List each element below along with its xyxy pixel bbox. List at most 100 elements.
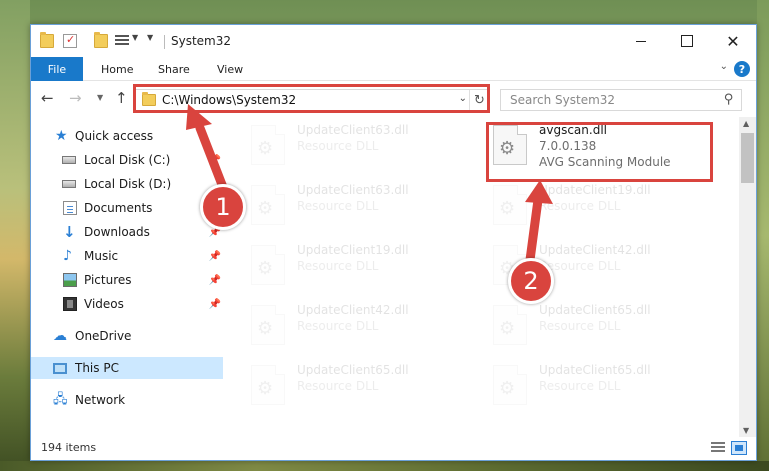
- vertical-scrollbar[interactable]: ▲ ▼: [739, 117, 756, 437]
- tab-share[interactable]: Share: [158, 63, 190, 76]
- chevron-down-icon[interactable]: ▼: [132, 33, 138, 42]
- callout-2: 2: [508, 258, 554, 304]
- file-tile[interactable]: ⚙ UpdateClient65.dll Resource DLL: [243, 359, 473, 415]
- up-arrow-icon[interactable]: ↑: [115, 89, 128, 107]
- file-description: Resource DLL: [297, 139, 379, 153]
- file-name: UpdateClient42.dll: [539, 243, 651, 257]
- large-icons-view-icon[interactable]: [731, 441, 747, 455]
- file-tile[interactable]: ⚙ UpdateClient65.dll Resource DLL: [485, 299, 715, 355]
- scrollbar-thumb[interactable]: [741, 133, 754, 183]
- gear-icon: ⚙: [499, 378, 516, 399]
- file-name: UpdateClient42.dll: [297, 303, 409, 317]
- desktop-background-right: [757, 0, 769, 471]
- tab-file[interactable]: File: [31, 57, 83, 81]
- gear-icon: ⚙: [257, 378, 274, 399]
- search-input[interactable]: Search System32 ⚲: [500, 89, 742, 111]
- new-folder-icon[interactable]: [94, 32, 108, 48]
- tab-view[interactable]: View: [217, 63, 243, 76]
- window-title: System32: [171, 34, 232, 48]
- folder-icon: [40, 32, 54, 48]
- dll-file-icon: ⚙: [251, 305, 285, 345]
- search-icon[interactable]: ⚲: [724, 92, 734, 107]
- dll-file-icon: ⚙: [251, 245, 285, 285]
- properties-icon[interactable]: [63, 33, 77, 48]
- pin-icon[interactable]: 📌: [209, 299, 221, 310]
- dll-file-icon: ⚙: [493, 305, 527, 345]
- file-tile[interactable]: ⚙ UpdateClient63.dll Resource DLL: [243, 119, 473, 175]
- nav-item-label: Local Disk (D:): [84, 177, 172, 191]
- nav-item-network[interactable]: 🖧 Network: [31, 389, 223, 411]
- nav-item-label: Documents: [84, 201, 153, 215]
- dll-file-icon: ⚙: [493, 365, 527, 405]
- file-tile[interactable]: ⚙ UpdateClient63.dll Resource DLL: [243, 179, 473, 235]
- file-description: Resource DLL: [539, 379, 621, 393]
- file-description: Resource DLL: [297, 379, 379, 393]
- nav-item-label: Music: [84, 249, 119, 263]
- desktop-background: [0, 0, 30, 471]
- file-tile[interactable]: ⚙ UpdateClient42.dll Resource DLL: [243, 299, 473, 355]
- gear-icon: ⚙: [257, 198, 274, 219]
- forward-arrow-icon[interactable]: →: [69, 89, 82, 107]
- back-arrow-icon[interactable]: ←: [41, 89, 54, 107]
- pictures-icon: [63, 273, 77, 287]
- file-name: UpdateClient65.dll: [297, 363, 409, 377]
- file-name: UpdateClient19.dll: [539, 183, 651, 197]
- nav-item-this-pc[interactable]: This PC: [31, 357, 223, 379]
- documents-icon: [63, 201, 77, 215]
- nav-item-music[interactable]: ♪ Music 📌: [31, 245, 223, 267]
- nav-item-local-disk-d[interactable]: Local Disk (D:): [31, 173, 223, 195]
- nav-item-pictures[interactable]: Pictures 📌: [31, 269, 223, 291]
- file-name: UpdateClient63.dll: [297, 183, 409, 197]
- file-description: Resource DLL: [539, 199, 621, 213]
- nav-item-label: Network: [75, 393, 126, 407]
- pin-icon[interactable]: 📌: [209, 251, 221, 262]
- details-view-icon[interactable]: [711, 442, 725, 454]
- videos-icon: [63, 297, 77, 311]
- expand-ribbon-icon[interactable]: ⌄: [720, 61, 728, 72]
- nav-item-local-disk-c[interactable]: Local Disk (C:) 📌: [31, 149, 223, 171]
- drive-icon: [62, 180, 76, 188]
- file-highlight: [486, 122, 713, 182]
- scroll-down-icon[interactable]: ▼: [743, 426, 749, 435]
- maximize-button[interactable]: [664, 25, 710, 57]
- item-count: 194 items: [41, 441, 97, 454]
- recent-locations-icon[interactable]: ▼: [97, 93, 103, 102]
- nav-item-documents[interactable]: Documents 📌: [31, 197, 223, 219]
- nav-item-quick-access[interactable]: ★ Quick access: [31, 125, 223, 147]
- pin-icon[interactable]: 📌: [209, 155, 221, 166]
- drive-icon: [62, 156, 76, 164]
- minimize-button[interactable]: [618, 25, 664, 57]
- cloud-icon: ☁: [53, 328, 67, 344]
- file-description: Resource DLL: [297, 319, 379, 333]
- nav-item-videos[interactable]: Videos 📌: [31, 293, 223, 315]
- gear-icon: ⚙: [257, 318, 274, 339]
- file-name: UpdateClient65.dll: [539, 303, 651, 317]
- file-name: UpdateClient63.dll: [297, 123, 409, 137]
- view-menu-icon[interactable]: [115, 35, 129, 47]
- network-icon: 🖧: [53, 392, 68, 407]
- star-icon: ★: [55, 128, 68, 144]
- scroll-up-icon[interactable]: ▲: [743, 119, 749, 128]
- nav-item-label: Quick access: [75, 129, 154, 143]
- dll-file-icon: ⚙: [251, 125, 285, 165]
- callout-1: 1: [200, 184, 246, 230]
- nav-item-label: Videos: [84, 297, 124, 311]
- address-bar-highlight: [133, 84, 490, 113]
- dll-file-icon: ⚙: [251, 185, 285, 225]
- pin-icon[interactable]: 📌: [209, 275, 221, 286]
- gear-icon: ⚙: [499, 198, 516, 219]
- file-tile[interactable]: ⚙ UpdateClient19.dll Resource DLL: [243, 239, 473, 295]
- file-tile[interactable]: ⚙ UpdateClient65.dll Resource DLL: [485, 359, 715, 415]
- nav-item-downloads[interactable]: ↓ Downloads 📌: [31, 221, 223, 243]
- nav-item-onedrive[interactable]: ☁ OneDrive: [31, 325, 223, 347]
- file-description: Resource DLL: [297, 199, 379, 213]
- title-separator: [164, 35, 165, 49]
- help-icon[interactable]: ?: [734, 61, 750, 77]
- tab-home[interactable]: Home: [101, 63, 133, 76]
- nav-item-label: Local Disk (C:): [84, 153, 171, 167]
- desktop-background-bottom: [0, 461, 769, 471]
- customize-toolbar-icon[interactable]: ▼: [147, 33, 153, 42]
- close-button[interactable]: ✕: [710, 25, 756, 57]
- gear-icon: ⚙: [257, 138, 274, 159]
- file-tile[interactable]: ⚙ UpdateClient19.dll Resource DLL: [485, 179, 715, 235]
